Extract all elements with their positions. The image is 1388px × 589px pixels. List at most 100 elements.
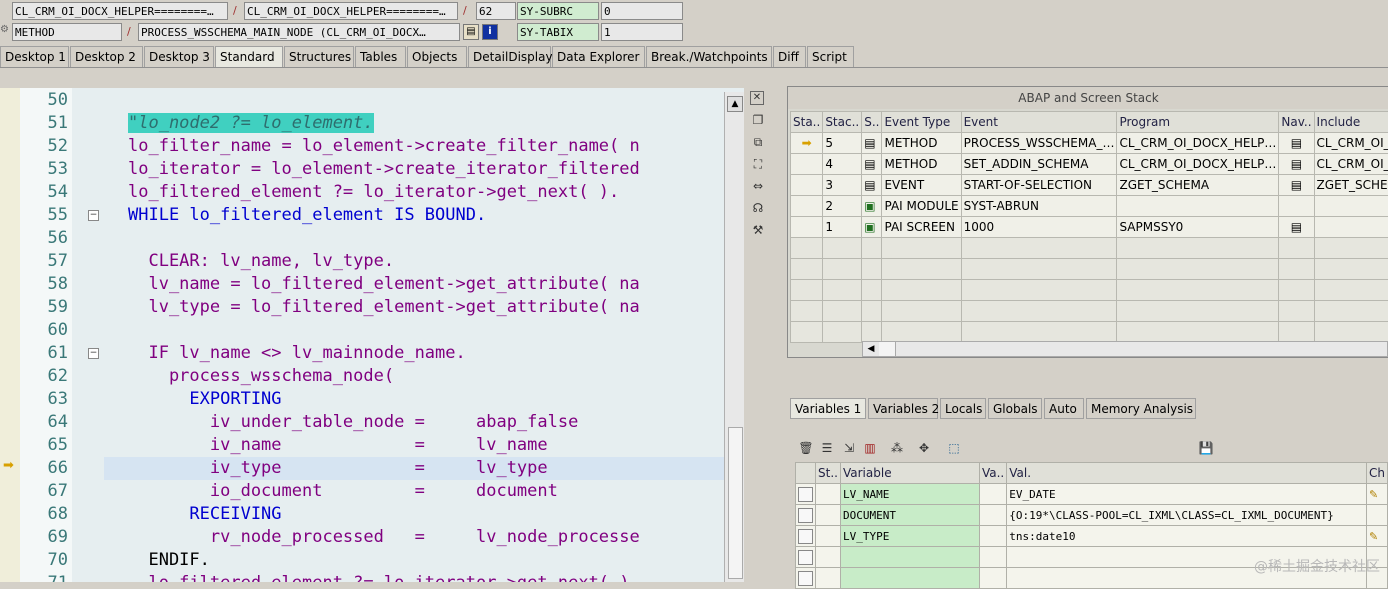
close-icon[interactable]: ✕ xyxy=(750,91,764,105)
sysvar-name-field[interactable]: SY-SUBRC xyxy=(517,2,599,20)
stack-include[interactable] xyxy=(1314,217,1388,238)
table-row[interactable]: 2 ▣ PAI MODULE SYST-ABRUN xyxy=(791,196,1388,217)
scroll-thumb[interactable] xyxy=(879,342,896,356)
new-tool-icon[interactable]: ❐ xyxy=(750,112,766,128)
navigate-icon[interactable]: ▤ xyxy=(1279,175,1314,196)
sysvar-value-field[interactable]: 0 xyxy=(601,2,683,20)
open-icon[interactable]: ⬚ xyxy=(946,440,962,456)
variable-value[interactable]: EV_DATE xyxy=(1007,484,1367,505)
column-header[interactable]: St.. xyxy=(816,463,841,484)
edit-pencil-icon[interactable]: ✎ xyxy=(1366,484,1387,505)
stack-program[interactable]: SAPMSSY0 xyxy=(1117,217,1279,238)
tab-structures[interactable]: Structures xyxy=(284,46,354,67)
variable-name[interactable]: DOCUMENT xyxy=(840,505,979,526)
table-row[interactable]: ➡ 5 ▤ METHOD PROCESS_WSSCHEMA_… CL_CRM_O… xyxy=(791,133,1388,154)
program-field[interactable]: CL_CRM_OI_DOCX_HELPER========… xyxy=(12,2,228,20)
maximize-icon[interactable]: ⛶ xyxy=(750,156,766,172)
tab-diff[interactable]: Diff xyxy=(773,46,806,67)
row-selector[interactable] xyxy=(796,484,816,505)
column-header[interactable]: Event Type xyxy=(882,112,961,133)
save-icon[interactable]: 💾 xyxy=(1198,440,1214,456)
navigate-icon[interactable]: ▤ xyxy=(1279,154,1314,175)
table-row[interactable]: 4 ▤ METHOD SET_ADDIN_SCHEMA CL_CRM_OI_DO… xyxy=(791,154,1388,175)
navigate-icon[interactable]: ▤ xyxy=(1279,133,1314,154)
scroll-thumb[interactable] xyxy=(728,427,743,579)
column-header[interactable]: Va.. xyxy=(979,463,1006,484)
fold-toggle-icon[interactable]: − xyxy=(88,210,99,221)
scroll-up-icon[interactable]: ▲ xyxy=(727,96,743,112)
include-field[interactable]: CL_CRM_OI_DOCX_HELPER========… xyxy=(244,2,458,20)
column-header[interactable]: Event xyxy=(961,112,1117,133)
stack-event[interactable]: SET_ADDIN_SCHEMA xyxy=(961,154,1117,175)
stack-program[interactable]: CL_CRM_OI_DOCX_HELP… xyxy=(1117,133,1279,154)
column-header[interactable]: Program xyxy=(1117,112,1279,133)
editor-scrollbar[interactable]: ▲ xyxy=(724,92,744,582)
group-icon[interactable]: ⁂ xyxy=(889,440,905,456)
stack-event[interactable]: SYST-ABRUN xyxy=(961,196,1117,217)
list-icon[interactable]: ☰ xyxy=(819,440,835,456)
variable-value[interactable]: {O:19*\CLASS-POOL=CL_IXML\CLASS=CL_IXML_… xyxy=(1007,505,1367,526)
tab-locals[interactable]: Locals xyxy=(940,398,986,419)
column-header[interactable]: Val. xyxy=(1007,463,1367,484)
stack-program[interactable] xyxy=(1117,196,1279,217)
services-icon[interactable]: ☊ xyxy=(750,200,766,216)
table-row[interactable]: LV_TYPE tns:date10 ✎ xyxy=(796,526,1388,547)
navigate-icon[interactable]: ▤ xyxy=(463,24,479,40)
event-type-field[interactable]: METHOD xyxy=(12,23,122,41)
stack-include[interactable]: CL_CRM_OI_D xyxy=(1314,133,1388,154)
event-field[interactable]: PROCESS_WSSCHEMA_MAIN_NODE (CL_CRM_OI_DO… xyxy=(138,23,460,41)
tab-variables-1[interactable]: Variables 1 xyxy=(790,398,866,419)
row-selector[interactable] xyxy=(796,505,816,526)
delete-icon[interactable]: 🗑 xyxy=(798,440,814,456)
info-icon[interactable]: i xyxy=(482,24,498,40)
tab-objects[interactable]: Objects xyxy=(407,46,467,67)
remove-icon[interactable]: ▥ xyxy=(862,440,878,456)
column-header[interactable]: S.. xyxy=(862,112,882,133)
fold-toggle-icon[interactable]: − xyxy=(88,348,99,359)
tab-variables-2[interactable]: Variables 2 xyxy=(868,398,938,419)
column-header[interactable]: Include xyxy=(1314,112,1388,133)
swap-icon[interactable]: ⇔ xyxy=(750,178,766,194)
stack-program[interactable]: CL_CRM_OI_DOCX_HELP… xyxy=(1117,154,1279,175)
variable-name[interactable]: LV_TYPE xyxy=(840,526,979,547)
table-row[interactable]: 1 ▣ PAI SCREEN 1000 SAPMSSY0 ▤ xyxy=(791,217,1388,238)
scroll-left-icon[interactable]: ◀ xyxy=(863,342,880,356)
tab-desktop-1[interactable]: Desktop 1 xyxy=(0,46,69,67)
table-row[interactable]: 3 ▤ EVENT START-OF-SELECTION ZGET_SCHEMA… xyxy=(791,175,1388,196)
column-header[interactable]: Variable xyxy=(840,463,979,484)
variable-name[interactable]: LV_NAME xyxy=(840,484,979,505)
stack-include[interactable] xyxy=(1314,196,1388,217)
column-header[interactable]: Nav.. xyxy=(1279,112,1314,133)
replace-tool-icon[interactable]: ⧉ xyxy=(750,134,766,150)
tab-memory-analysis[interactable]: Memory Analysis xyxy=(1086,398,1196,419)
sysvar2-value-field[interactable]: 1 xyxy=(601,23,683,41)
tab-tables[interactable]: Tables xyxy=(355,46,406,67)
tab-detail-display[interactable]: DetailDisplay xyxy=(468,46,551,67)
tab-desktop-2[interactable]: Desktop 2 xyxy=(70,46,143,67)
column-header[interactable]: Ch xyxy=(1366,463,1387,484)
column-header[interactable]: Sta.. xyxy=(791,112,823,133)
row-selector[interactable] xyxy=(796,526,816,547)
tab-script[interactable]: Script xyxy=(807,46,854,67)
source-code-editor[interactable]: ➡ 50 51 52 53 54 55 56 57 58 59 60 61 62… xyxy=(0,88,744,582)
stack-program[interactable]: ZGET_SCHEMA xyxy=(1117,175,1279,196)
variable-value[interactable]: tns:date10 xyxy=(1007,526,1367,547)
breakpoint-gutter[interactable]: ➡ xyxy=(0,88,21,582)
table-row[interactable]: LV_NAME EV_DATE ✎ xyxy=(796,484,1388,505)
export-icon[interactable]: ⇲ xyxy=(841,440,857,456)
tab-data-explorer[interactable]: Data Explorer xyxy=(552,46,645,67)
edit-pencil-icon[interactable]: ✎ xyxy=(1366,526,1387,547)
column-header[interactable]: Stac.. xyxy=(823,112,862,133)
stack-horizontal-scrollbar[interactable]: ◀ xyxy=(862,341,1388,357)
tab-standard[interactable]: Standard xyxy=(215,46,283,68)
stack-include[interactable]: CL_CRM_OI_D xyxy=(1314,154,1388,175)
stack-event[interactable]: PROCESS_WSSCHEMA_… xyxy=(961,133,1117,154)
tab-globals[interactable]: Globals xyxy=(988,398,1042,419)
sysvar2-name-field[interactable]: SY-TABIX xyxy=(517,23,599,41)
stack-event[interactable]: 1000 xyxy=(961,217,1117,238)
table-row[interactable]: DOCUMENT {O:19*\CLASS-POOL=CL_IXML\CLASS… xyxy=(796,505,1388,526)
tab-desktop-3[interactable]: Desktop 3 xyxy=(144,46,214,67)
tab-auto[interactable]: Auto xyxy=(1044,398,1084,419)
settings-icon[interactable]: ⚒ xyxy=(750,222,766,238)
stack-include[interactable]: ZGET_SCHEM xyxy=(1314,175,1388,196)
